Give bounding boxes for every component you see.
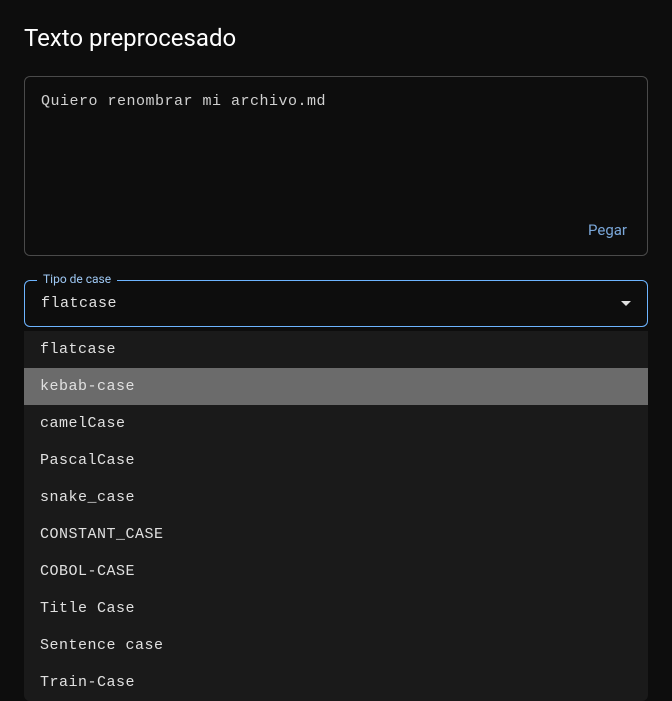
- select-field-label: Tipo de case: [37, 272, 117, 286]
- paste-button[interactable]: Pegar: [588, 221, 627, 239]
- dropdown-option[interactable]: camelCase: [24, 405, 648, 442]
- text-input-area[interactable]: Quiero renombrar mi archivo.md Pegar: [24, 76, 648, 256]
- select-current-value: flatcase: [41, 295, 117, 312]
- dropdown-option[interactable]: Sentence case: [24, 627, 648, 664]
- dropdown-option[interactable]: snake_case: [24, 479, 648, 516]
- dropdown-option[interactable]: flatcase: [24, 331, 648, 368]
- page-title: Texto preprocesado: [24, 24, 648, 52]
- dropdown-option[interactable]: COBOL-CASE: [24, 553, 648, 590]
- text-input-value: Quiero renombrar mi archivo.md: [41, 93, 631, 110]
- case-type-select[interactable]: Tipo de case flatcase: [24, 280, 648, 327]
- dropdown-option[interactable]: kebab-case: [24, 368, 648, 405]
- dropdown-option[interactable]: CONSTANT_CASE: [24, 516, 648, 553]
- dropdown-option[interactable]: Train-Case: [24, 664, 648, 701]
- dropdown-option[interactable]: Title Case: [24, 590, 648, 627]
- chevron-down-icon: [621, 301, 631, 306]
- dropdown-menu: flatcasekebab-casecamelCasePascalCasesna…: [24, 331, 648, 701]
- dropdown-option[interactable]: PascalCase: [24, 442, 648, 479]
